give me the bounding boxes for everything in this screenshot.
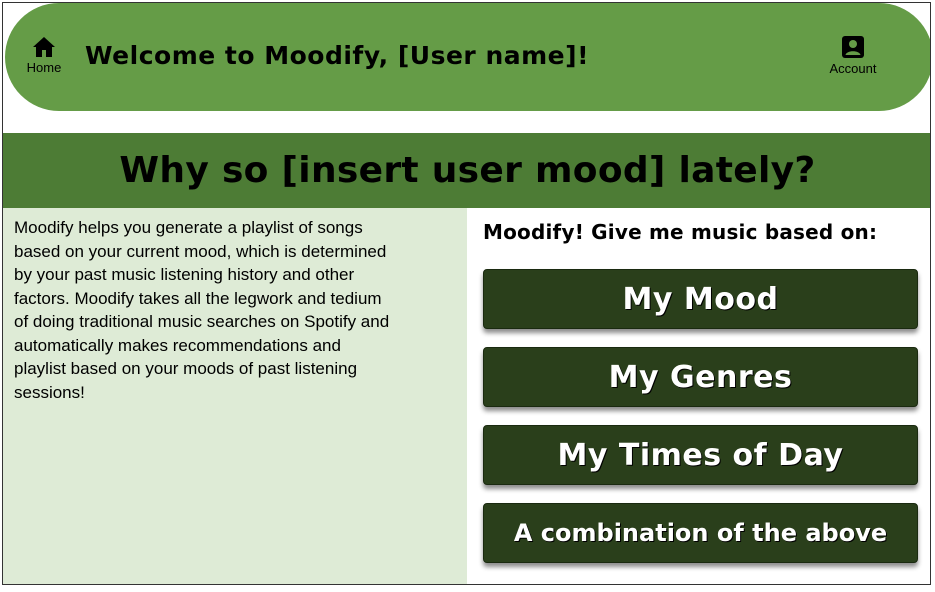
mood-question-heading: Why so [insert user mood] lately? (119, 150, 816, 191)
home-nav-button[interactable]: Home (23, 36, 65, 75)
options-heading: Moodify! Give me music based on: (483, 220, 878, 244)
home-icon (33, 37, 55, 57)
my-genres-button[interactable]: My Genres (483, 347, 918, 407)
description-text: Moodify helps you generate a playlist of… (14, 218, 390, 402)
account-icon (842, 36, 864, 58)
account-nav-label: Account (829, 61, 877, 76)
options-panel: Moodify! Give me music based on: My Mood… (467, 208, 930, 584)
app-frame: Home Welcome to Moodify, [User name]! Ac… (2, 2, 931, 585)
welcome-title: Welcome to Moodify, [User name]! (85, 41, 589, 70)
mood-banner: Why so [insert user mood] lately? (3, 133, 930, 208)
description-panel: Moodify helps you generate a playlist of… (3, 208, 467, 584)
my-times-of-day-button[interactable]: My Times of Day (483, 425, 918, 485)
my-mood-button[interactable]: My Mood (483, 269, 918, 329)
home-nav-label: Home (26, 60, 62, 75)
top-nav-bar: Home Welcome to Moodify, [User name]! Ac… (5, 3, 930, 111)
account-nav-button[interactable]: Account (825, 35, 881, 76)
combination-button[interactable]: A combination of the above (483, 503, 918, 563)
